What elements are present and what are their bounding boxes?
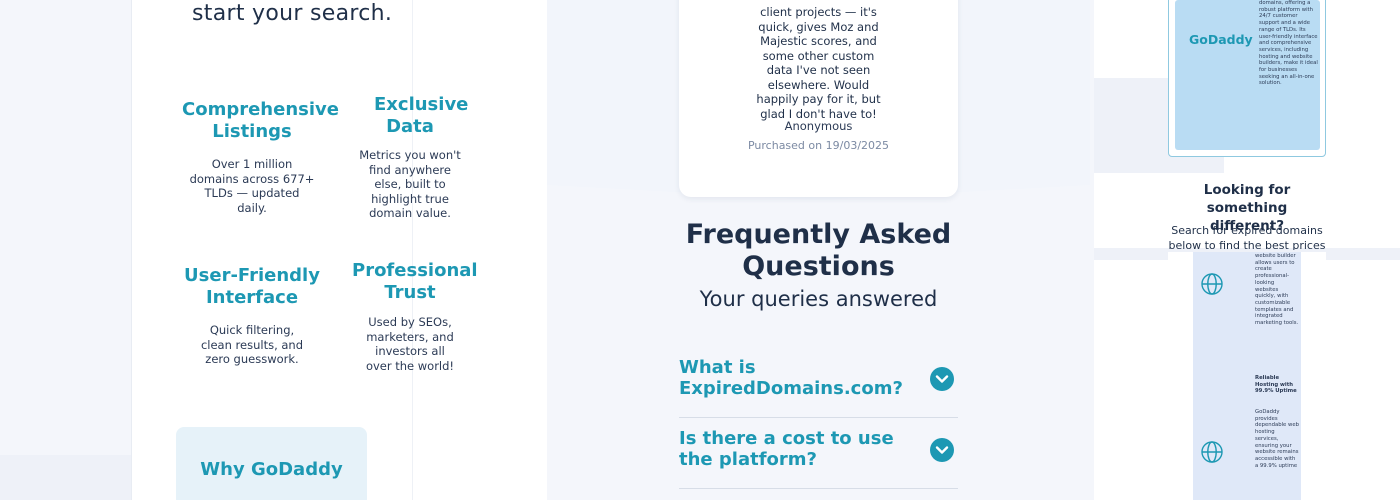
faq-toggle-button[interactable] [930, 438, 954, 462]
why-godaddy-card[interactable]: Why GoDaddy [176, 427, 367, 500]
website-builder-blurb: website builder allows users to create p… [1255, 253, 1299, 327]
feature-title: Professional Trust [352, 260, 478, 303]
godaddy-logo: GoDaddy [1189, 32, 1253, 47]
background-strip [0, 455, 132, 500]
review-text: client projects — it's quick, gives Moz … [756, 5, 881, 121]
feature-description: Metrics you won't find anywhere else, bu… [359, 148, 461, 220]
globe-icon [1201, 441, 1223, 463]
feature-title: Comprehensive Listings [182, 99, 339, 142]
faq-title: Frequently Asked Questions [685, 219, 952, 282]
hosting-blurb: GoDaddy provides dependable web hosting … [1255, 409, 1299, 469]
faq-question: What is ExpiredDomains.com? [679, 357, 903, 399]
godaddy-card-inner: GoDaddy domains, offering a robust platf… [1175, 0, 1320, 150]
globe-icon [1201, 273, 1223, 295]
feature-professional-trust: Professional Trust Used by SEOs, markete… [352, 260, 478, 373]
features-panel-extension [413, 0, 547, 500]
chevron-down-icon [935, 375, 949, 383]
features-panel [131, 0, 413, 500]
godaddy-card[interactable]: GoDaddy domains, offering a robust platf… [1168, 0, 1326, 157]
faq-toggle-button[interactable] [930, 367, 954, 391]
faq-item[interactable]: What is ExpiredDomains.com? [679, 357, 958, 418]
review-date: Purchased on 19/03/2025 [747, 139, 890, 152]
feature-title: Exclusive Data [374, 94, 469, 137]
feature-exclusive-data: Exclusive Data Metrics you won't find an… [356, 94, 469, 221]
chevron-down-icon [935, 446, 949, 454]
feature-title: User-Friendly Interface [184, 265, 320, 308]
feature-description: Quick filtering, clean results, and zero… [200, 323, 304, 366]
looking-description: Search for expired domains below to find… [1168, 224, 1326, 250]
faq-item[interactable]: Is there a cost to use the platform? [679, 428, 958, 489]
feature-description: Over 1 million domains across 677+ TLDs … [189, 157, 315, 215]
faq-subtitle: Your queries answered [699, 287, 938, 311]
godaddy-details-inner: website builder allows users to create p… [1193, 252, 1301, 500]
feature-comprehensive-listings: Comprehensive Listings Over 1 million do… [182, 99, 339, 215]
hosting-heading: Reliable Hosting with 99.9% Uptime [1255, 375, 1297, 395]
review-card: client projects — it's quick, gives Moz … [679, 0, 958, 197]
why-godaddy-title: Why GoDaddy [200, 459, 343, 480]
review-author: Anonymous [784, 119, 853, 133]
feature-user-friendly-interface: User-Friendly Interface Quick filtering,… [182, 265, 322, 367]
godaddy-details-card: website builder allows users to create p… [1168, 252, 1326, 500]
faq-question: Is there a cost to use the platform? [679, 428, 894, 470]
feature-description: Used by SEOs, marketers, and investors a… [365, 315, 455, 373]
godaddy-blurb: domains, offering a robust platform with… [1259, 0, 1318, 87]
intro-text-tail: start your search. [192, 1, 393, 26]
